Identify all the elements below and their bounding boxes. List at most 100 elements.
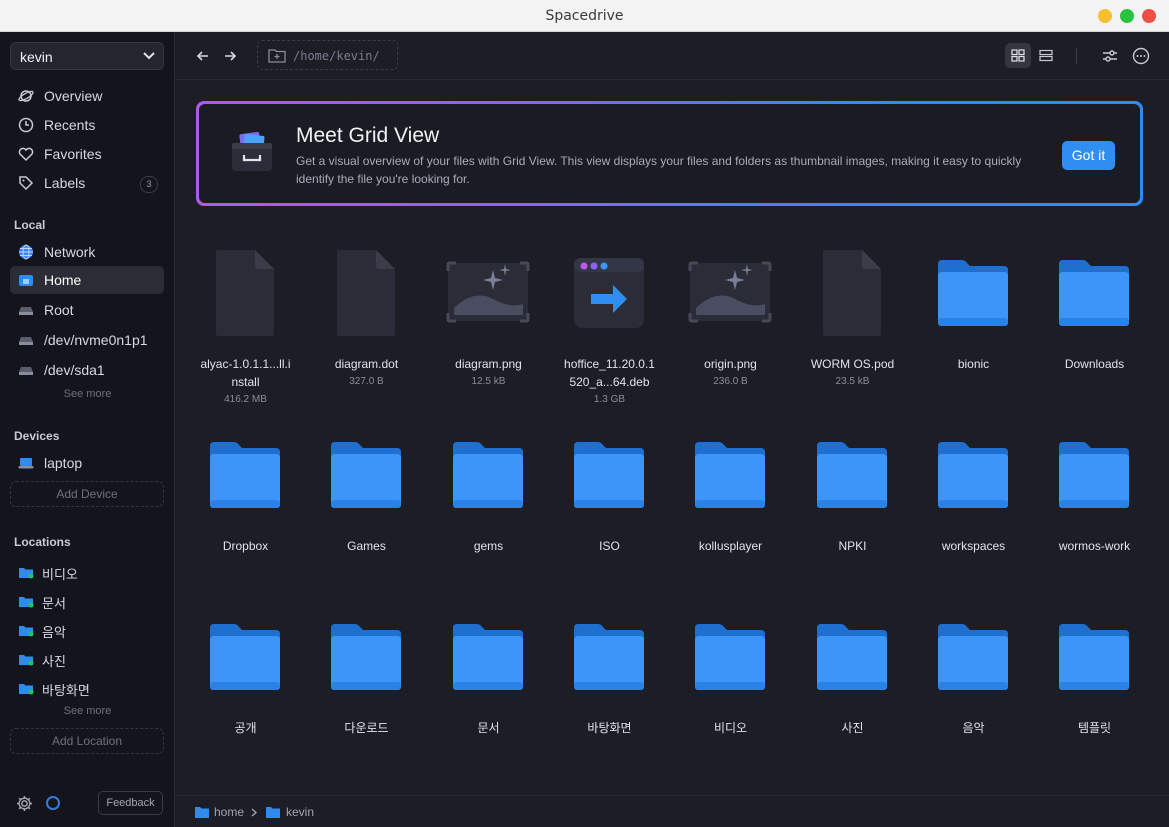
banner-title: Meet Grid View: [296, 124, 440, 147]
feedback-button[interactable]: Feedback: [98, 791, 163, 815]
file-name: kollusplayer: [698, 539, 763, 553]
folder-tile[interactable]: gems: [428, 420, 549, 590]
document-file-icon: [809, 238, 895, 338]
breadcrumb-home[interactable]: home: [214, 805, 244, 819]
folder-tile[interactable]: 다운로드: [306, 602, 427, 772]
banner-description: Get a visual overview of your files with…: [296, 154, 1022, 186]
file-name: alyac-1.0.1.1...ll.install: [200, 357, 291, 389]
section-title-devices: Devices: [14, 429, 60, 443]
local-see-more-link[interactable]: See more: [0, 388, 175, 400]
folder-tile[interactable]: ISO: [549, 420, 670, 590]
sidebar-item-home[interactable]: Home: [10, 266, 164, 294]
file-tile[interactable]: diagram.dot 327.0 B: [306, 238, 427, 408]
breadcrumb-kevin[interactable]: kevin: [286, 805, 314, 819]
add-location-button[interactable]: Add Location: [10, 728, 164, 754]
folder-icon: [445, 602, 531, 702]
document-file-icon: [202, 238, 288, 338]
file-tile[interactable]: diagram.png 12.5 kB: [428, 238, 549, 408]
folder-tile[interactable]: workspaces: [913, 420, 1034, 590]
folder-icon: [687, 602, 773, 702]
folder-icon: [809, 420, 895, 520]
folder-tile[interactable]: Dropbox: [185, 420, 306, 590]
file-tile[interactable]: origin.png 236.0 B: [670, 238, 791, 408]
globe-icon: [19, 244, 33, 260]
sidebar-item-favorites[interactable]: Favorites: [10, 140, 164, 168]
close-button[interactable]: [1142, 9, 1156, 23]
chevron-down-icon: [143, 52, 155, 60]
sidebar-location-item[interactable]: 사진: [10, 645, 164, 673]
file-name: gems: [473, 539, 504, 553]
back-arrow-icon[interactable]: [193, 46, 213, 66]
folder-tile[interactable]: NPKI: [792, 420, 913, 590]
sidebar-item-labels[interactable]: Labels 3: [10, 169, 164, 197]
sidebar-item-laptop[interactable]: laptop: [10, 449, 164, 477]
folder-tile[interactable]: 사진: [792, 602, 913, 772]
sidebar-item-root[interactable]: Root: [10, 296, 164, 324]
path-bar[interactable]: /home/kevin/: [257, 40, 398, 70]
sidebar-item-network[interactable]: Network: [10, 238, 164, 266]
folder-icon: [19, 626, 34, 637]
folder-tile[interactable]: Games: [306, 420, 427, 590]
sidebar-item-overview[interactable]: Overview: [10, 82, 164, 110]
folder-tile[interactable]: 음악: [913, 602, 1034, 772]
folder-tile[interactable]: 비디오: [670, 602, 791, 772]
got-it-button[interactable]: Got it: [1062, 141, 1115, 170]
file-name: hoffice_11.20.0.1520_a...64.deb: [564, 357, 655, 389]
folder-tile[interactable]: kollusplayer: [670, 420, 791, 590]
file-size: 416.2 MB: [224, 394, 267, 405]
folder-tile[interactable]: 템플릿: [1034, 602, 1155, 772]
folder-icon: [202, 602, 288, 702]
file-name: origin.png: [704, 357, 757, 371]
file-tile[interactable]: alyac-1.0.1.1...ll.install 416.2 MB: [185, 238, 306, 408]
library-selector[interactable]: kevin: [10, 42, 164, 70]
grid-view-button[interactable]: [1005, 43, 1031, 68]
folder-icon: [687, 420, 773, 520]
folder-tile[interactable]: bionic: [913, 238, 1034, 408]
file-size: 327.0 B: [349, 376, 384, 387]
forward-arrow-icon[interactable]: [220, 46, 240, 66]
file-tile[interactable]: hoffice_11.20.0.1520_a...64.deb 1.3 GB: [549, 238, 670, 408]
sidebar-location-item[interactable]: 음악: [10, 616, 164, 644]
file-name: wormos-work: [1058, 539, 1131, 553]
file-tile[interactable]: WORM OS.pod 23.5 kB: [792, 238, 913, 408]
sidebar-location-item[interactable]: 문서: [10, 587, 164, 615]
gear-icon[interactable]: [16, 795, 33, 812]
list-view-button[interactable]: [1033, 43, 1059, 68]
folder-tile[interactable]: Downloads: [1034, 238, 1155, 408]
folder-icon: [809, 602, 895, 702]
app-window: Spacedrive kevin Overview Recents Favori…: [0, 0, 1169, 827]
sidebar-item-recents[interactable]: Recents: [10, 111, 164, 139]
maximize-button[interactable]: [1120, 9, 1134, 23]
file-name: 음악: [962, 721, 985, 735]
folder-tile[interactable]: 문서: [428, 602, 549, 772]
folder-icon: [1051, 602, 1137, 702]
sidebar-location-item[interactable]: 바탕화면: [10, 674, 164, 702]
grid-icon: [1011, 49, 1025, 62]
sidebar-item-sda1[interactable]: /dev/sda1: [10, 356, 164, 384]
folder-tile[interactable]: 공개: [185, 602, 306, 772]
sidebar-item-label: Recents: [44, 117, 96, 133]
toolbar-divider: [1076, 48, 1077, 64]
folder-icon: [1051, 420, 1137, 520]
document-file-icon: [323, 238, 409, 338]
folder-tile[interactable]: 바탕화면: [549, 602, 670, 772]
file-name: 다운로드: [344, 721, 389, 735]
folder-icon: [566, 602, 652, 702]
toolbar: /home/kevin/: [175, 32, 1169, 80]
minimize-button[interactable]: [1098, 9, 1112, 23]
status-bar: home kevin: [175, 795, 1169, 827]
add-device-button[interactable]: Add Device: [10, 481, 164, 507]
sidebar-item-nvme[interactable]: /dev/nvme0n1p1: [10, 326, 164, 354]
drive-icon: [19, 307, 33, 315]
sync-status-icon[interactable]: [46, 796, 60, 810]
more-options-icon[interactable]: [1131, 46, 1151, 66]
sidebar-item-label: /dev/nvme0n1p1: [44, 332, 148, 348]
locations-see-more-link[interactable]: See more: [0, 705, 175, 717]
sliders-icon[interactable]: [1100, 46, 1120, 66]
home-drive-icon: [19, 275, 33, 286]
folder-icon: [323, 602, 409, 702]
sidebar-location-item[interactable]: 비디오: [10, 558, 164, 586]
list-icon: [1039, 49, 1053, 62]
folder-tile[interactable]: wormos-work: [1034, 420, 1155, 590]
drive-icon: [19, 367, 33, 375]
